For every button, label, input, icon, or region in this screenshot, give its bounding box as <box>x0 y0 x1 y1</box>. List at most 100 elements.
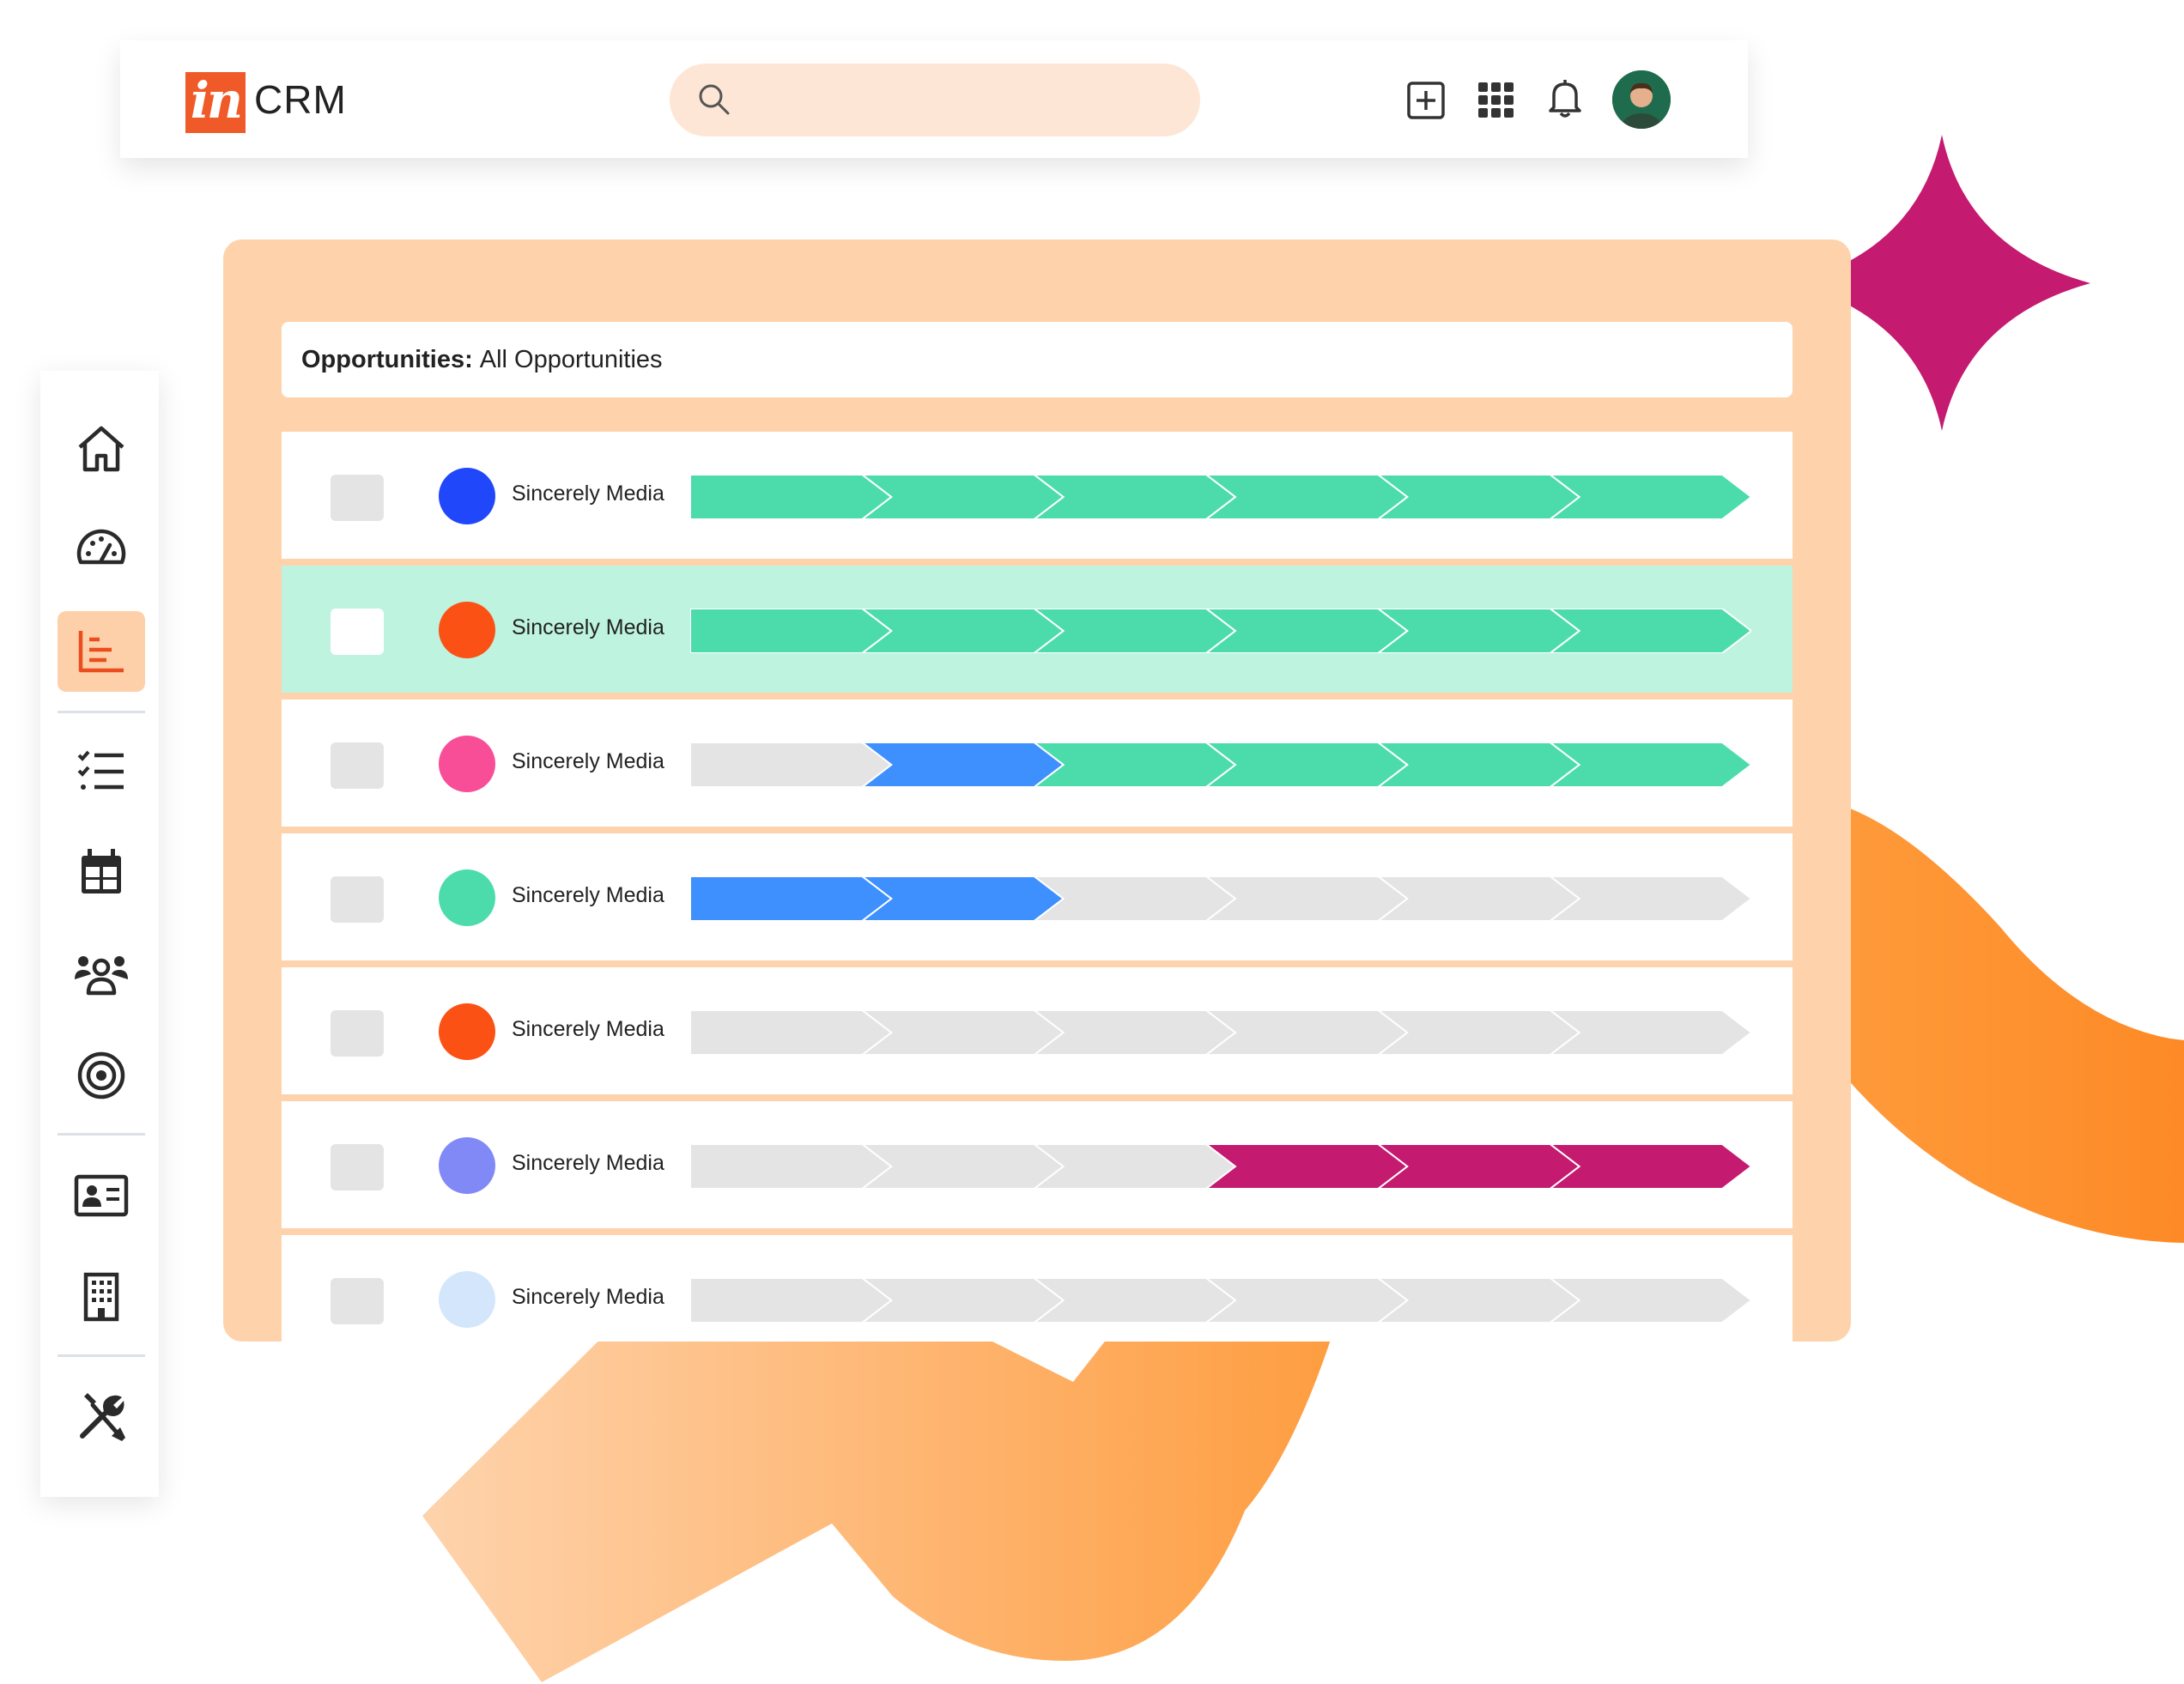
view-name: All Opportunities <box>479 345 663 373</box>
company-name[interactable]: Sincerely Media <box>512 883 664 908</box>
sidebar-item-contacts[interactable] <box>58 1155 145 1236</box>
row-checkbox[interactable] <box>331 742 384 789</box>
pipeline-stage-1[interactable] <box>690 1010 893 1055</box>
sidebar-item-opportunities[interactable] <box>58 611 145 692</box>
logo-text[interactable]: CRM <box>254 76 347 123</box>
pipeline-stage-2[interactable] <box>860 1144 1065 1189</box>
company-avatar-dot <box>439 869 495 926</box>
opportunities-chart-icon <box>78 631 124 673</box>
company-name[interactable]: Sincerely Media <box>512 1285 664 1310</box>
table-row[interactable]: Sincerely Media <box>282 967 1793 1094</box>
pipeline-stage-5[interactable] <box>1376 876 1581 921</box>
table-row[interactable]: Sincerely Media <box>282 1235 1793 1342</box>
pipeline-stage-6[interactable] <box>1549 1010 1751 1055</box>
pipeline-stage-5[interactable] <box>1376 475 1581 519</box>
pipeline-stage-6[interactable] <box>1549 742 1751 787</box>
pipeline-stage-5[interactable] <box>1376 742 1581 787</box>
pipeline-stage-3[interactable] <box>1033 1278 1237 1323</box>
pipeline-stage-6[interactable] <box>1549 1144 1751 1189</box>
company-name[interactable]: Sincerely Media <box>512 482 664 506</box>
sidebar-item-goals[interactable] <box>58 1035 145 1116</box>
pipeline-stage-6[interactable] <box>1549 876 1751 921</box>
tasks-checklist-icon <box>77 750 124 790</box>
table-row[interactable]: Sincerely Media <box>282 566 1793 693</box>
user-avatar[interactable] <box>1612 70 1671 129</box>
row-checkbox[interactable] <box>331 1278 384 1324</box>
pipeline-stage-4[interactable] <box>1204 876 1409 921</box>
view-header[interactable]: Opportunities: All Opportunities <box>282 322 1793 397</box>
pipeline-stage-1[interactable] <box>690 1144 893 1189</box>
apps-grid-icon[interactable] <box>1475 79 1518 122</box>
search-icon <box>699 84 730 115</box>
company-name[interactable]: Sincerely Media <box>512 1017 664 1042</box>
sidebar-item-people[interactable] <box>58 934 145 1015</box>
pipeline-stage-1[interactable] <box>690 475 893 519</box>
sidebar-item-tasks[interactable] <box>58 731 145 812</box>
search-bar[interactable] <box>670 64 1200 136</box>
target-icon <box>77 1051 125 1099</box>
pipeline-stage-6[interactable] <box>1549 609 1751 653</box>
row-checkbox[interactable] <box>331 1010 384 1057</box>
pipeline-stage-5[interactable] <box>1376 1278 1581 1323</box>
pipeline-stage-3[interactable] <box>1033 475 1237 519</box>
bell-icon[interactable] <box>1544 76 1586 119</box>
sidebar-item-dashboard[interactable] <box>58 510 145 591</box>
top-bar: in CRM <box>120 40 1748 158</box>
pipeline-stage-5[interactable] <box>1376 609 1581 653</box>
row-checkbox[interactable] <box>331 1144 384 1190</box>
pipeline-stage-3[interactable] <box>1033 742 1237 787</box>
view-label: Opportunities: <box>301 345 473 373</box>
pipeline-stage-2[interactable] <box>860 609 1065 653</box>
pipeline-stage-2[interactable] <box>860 876 1065 921</box>
company-avatar-dot <box>439 602 495 658</box>
row-checkbox[interactable] <box>331 876 384 923</box>
logo-badge[interactable]: in <box>185 72 246 133</box>
row-checkbox[interactable] <box>331 609 384 655</box>
table-row[interactable]: Sincerely Media <box>282 700 1793 827</box>
company-name[interactable]: Sincerely Media <box>512 1151 664 1176</box>
pipeline-stage-1[interactable] <box>690 876 893 921</box>
table-row[interactable]: Sincerely Media <box>282 432 1793 559</box>
sidebar-item-settings[interactable] <box>58 1377 145 1457</box>
pipeline-stage-1[interactable] <box>690 1278 893 1323</box>
pipeline-stage-3[interactable] <box>1033 1010 1237 1055</box>
row-checkbox[interactable] <box>331 475 384 521</box>
company-name[interactable]: Sincerely Media <box>512 615 664 640</box>
pipeline-stage-4[interactable] <box>1204 475 1409 519</box>
pipeline-stage-2[interactable] <box>860 742 1065 787</box>
pipeline-stage-4[interactable] <box>1204 1010 1409 1055</box>
sidebar-item-calendar[interactable] <box>58 833 145 913</box>
avatar-image <box>1612 70 1671 129</box>
orange-ribbon-right <box>1846 807 2184 1243</box>
company-avatar-dot <box>439 1137 495 1194</box>
pipeline-stage-6[interactable] <box>1549 475 1751 519</box>
pipeline-stage-4[interactable] <box>1204 742 1409 787</box>
pipeline-stage-2[interactable] <box>860 1278 1065 1323</box>
company-avatar-dot <box>439 736 495 792</box>
table-row[interactable]: Sincerely Media <box>282 833 1793 960</box>
table-row[interactable]: Sincerely Media <box>282 1101 1793 1228</box>
pipeline-stage-5[interactable] <box>1376 1144 1581 1189</box>
company-name[interactable]: Sincerely Media <box>512 749 664 774</box>
pipeline-stage-6[interactable] <box>1549 1278 1751 1323</box>
pipeline-stage-3[interactable] <box>1033 876 1237 921</box>
pipeline-stage-3[interactable] <box>1033 1144 1237 1189</box>
company-avatar-dot <box>439 1003 495 1060</box>
sidebar-item-home[interactable] <box>58 409 145 489</box>
pipeline-stage-4[interactable] <box>1204 1278 1409 1323</box>
contact-card-icon <box>74 1174 129 1217</box>
pipeline-stage-5[interactable] <box>1376 1010 1581 1055</box>
pipeline-stage-1[interactable] <box>690 609 893 653</box>
pipeline-stage-4[interactable] <box>1204 609 1409 653</box>
sidebar-item-companies[interactable] <box>58 1257 145 1337</box>
pipeline-stage-1[interactable] <box>690 742 893 787</box>
search-input[interactable] <box>747 79 1180 124</box>
pipeline-stage-3[interactable] <box>1033 609 1237 653</box>
pipeline-stage-2[interactable] <box>860 475 1065 519</box>
company-avatar-dot <box>439 468 495 524</box>
pipeline-stage-4[interactable] <box>1204 1144 1409 1189</box>
pipeline-stage-2[interactable] <box>860 1010 1065 1055</box>
pipeline-stages <box>690 609 1751 653</box>
pipeline-stages <box>690 1278 1751 1323</box>
add-icon[interactable] <box>1404 79 1447 122</box>
